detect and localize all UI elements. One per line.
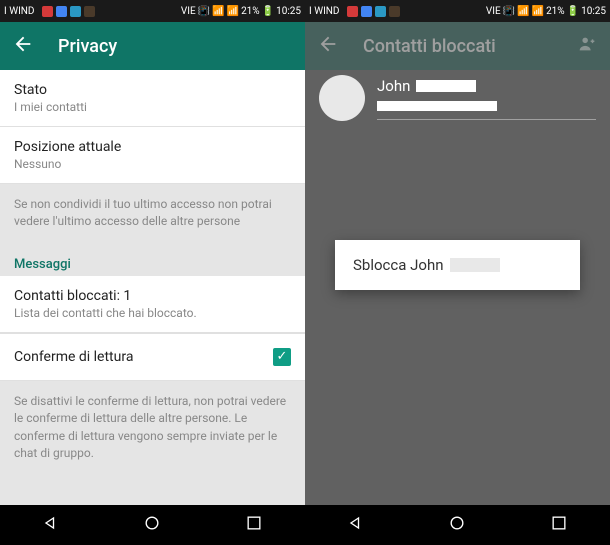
battery-icon: 🔋 [567, 6, 579, 17]
carrier-label: I WIND [4, 6, 35, 17]
vibrate-icon: 📳 [198, 6, 210, 17]
vibrate-icon: 📳 [503, 6, 515, 17]
clock: 10:25 [276, 6, 301, 17]
nav-recent-icon[interactable] [244, 513, 264, 537]
battery-level: 21% [546, 6, 565, 17]
status-bar: I WIND VIE 📳 📶 📶 21% 🔋 10:25 [305, 0, 610, 22]
blocked-screen: I WIND VIE 📳 📶 📶 21% 🔋 10:25 Contatti bl… [305, 0, 610, 545]
network-label: VIE [181, 6, 196, 17]
unblock-action[interactable]: Sblocca John [353, 256, 444, 274]
nav-home-icon[interactable] [447, 513, 467, 537]
notification-icon [361, 6, 372, 17]
avatar [319, 75, 365, 121]
notification-icon [70, 6, 81, 17]
location-label: Posizione attuale [14, 139, 291, 155]
redacted-text [377, 101, 497, 111]
nav-home-icon[interactable] [142, 513, 162, 537]
nav-bar [0, 505, 305, 545]
back-icon[interactable] [12, 33, 34, 59]
notification-icon [56, 6, 67, 17]
network-label: VIE [486, 6, 501, 17]
context-menu: Sblocca John [335, 240, 580, 290]
blocked-contact-row[interactable]: John [319, 75, 596, 121]
lastseen-hint: Se non condividi il tuo ultimo accesso n… [0, 184, 305, 243]
signal-icon: 📶 [532, 6, 544, 17]
location-value: Nessuno [14, 157, 291, 171]
signal-icon: 📶 [227, 6, 239, 17]
status-bar: I WIND VIE 📳 📶 📶 21% 🔋 10:25 [0, 0, 305, 22]
notification-icon [375, 6, 386, 17]
state-value: I miei contatti [14, 100, 291, 114]
row-location[interactable]: Posizione attuale Nessuno [0, 127, 305, 184]
messages-header: Messaggi [0, 243, 305, 276]
blocked-sub: Lista dei contatti che hai bloccato. [14, 306, 291, 320]
checkbox-checked-icon[interactable]: ✓ [273, 348, 291, 366]
state-label: Stato [14, 82, 291, 98]
page-title: Privacy [58, 36, 293, 57]
redacted-text [450, 258, 500, 272]
notification-icon [42, 6, 53, 17]
wifi-icon: 📶 [517, 6, 529, 17]
battery-icon: 🔋 [262, 6, 274, 17]
notification-icon [84, 6, 95, 17]
redacted-text [416, 80, 476, 92]
wifi-icon: 📶 [212, 6, 224, 17]
app-bar: Privacy [0, 22, 305, 70]
nav-back-icon[interactable] [346, 513, 366, 537]
blocked-label: Contatti bloccati: 1 [14, 288, 291, 304]
row-blocked[interactable]: Contatti bloccati: 1 Lista dei contatti … [0, 276, 305, 333]
clock: 10:25 [581, 6, 606, 17]
row-state[interactable]: Stato I miei contatti [0, 70, 305, 127]
privacy-content: Stato I miei contatti Posizione attuale … [0, 70, 305, 505]
notification-icon [389, 6, 400, 17]
read-receipts-label: Conferme di lettura [14, 349, 133, 365]
battery-level: 21% [241, 6, 260, 17]
nav-bar [305, 505, 610, 545]
contact-name: John [377, 77, 410, 95]
notification-icon [347, 6, 358, 17]
nav-recent-icon[interactable] [549, 513, 569, 537]
read-receipts-hint: Se disattivi le conferme di lettura, non… [0, 381, 305, 475]
privacy-screen: I WIND VIE 📳 📶 📶 21% 🔋 10:25 Privacy Sta… [0, 0, 305, 545]
nav-back-icon[interactable] [41, 513, 61, 537]
carrier-label: I WIND [309, 6, 340, 17]
row-read-receipts[interactable]: Conferme di lettura ✓ [0, 333, 305, 381]
